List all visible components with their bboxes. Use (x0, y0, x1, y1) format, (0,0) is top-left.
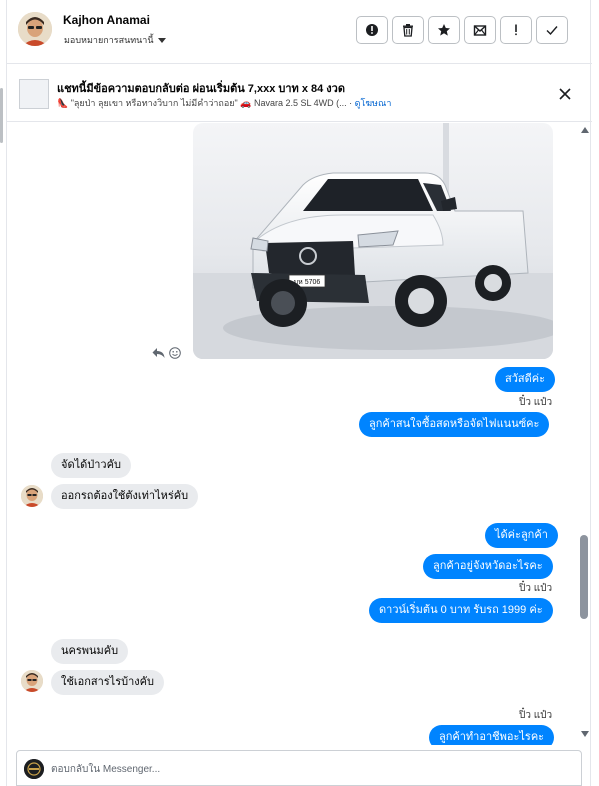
star-icon (438, 24, 450, 36)
conversation-panel: Kajhon Anamai มอบหมายการสนทนานี้ แชทนี้ม… (6, 0, 592, 786)
reply-input[interactable] (51, 759, 551, 779)
alert-circle-icon (366, 24, 378, 36)
sender-name: ปิ๋ว แป๋ว (519, 583, 553, 594)
reply-composer (16, 750, 582, 786)
envelope-icon (473, 25, 487, 36)
check-icon (546, 26, 558, 36)
star-button[interactable] (428, 16, 460, 44)
trash-icon (403, 24, 413, 37)
car-photo-attachment[interactable]: บห 5706 (193, 123, 553, 359)
message-bubble-incoming[interactable]: นครพนมคับ (51, 639, 129, 664)
close-icon[interactable] (559, 88, 571, 100)
scroll-up-arrow-icon[interactable] (581, 127, 589, 133)
ad-subtitle: 👠 "ลุยป่า ลุยเขา หรือทางวิบาก ไม่มีคำว่า… (57, 98, 392, 108)
thread-scrollbar[interactable] (579, 123, 590, 745)
sender-name: ปิ๋ว แป๋ว (519, 710, 553, 721)
delete-button[interactable] (392, 16, 424, 44)
done-button[interactable] (536, 16, 568, 44)
message-bubble-outgoing[interactable]: ลูกค้าสนใจซื้อสดหรือจัดไฟแนนซ์คะ (359, 412, 550, 437)
message-bubble-outgoing[interactable]: สวัสดีค่ะ (495, 367, 556, 392)
page-avatar (24, 759, 44, 779)
report-button[interactable] (356, 16, 388, 44)
sender-name: ปิ๋ว แป๋ว (519, 397, 553, 408)
message-bubble-incoming[interactable]: ใช้เอกสารไรบ้างคับ (51, 670, 164, 695)
message-thread[interactable]: บห 5706 สวัสดีค่ะ ปิ๋ว แป๋ว ลูกค้าสนใจซื… (7, 123, 592, 745)
contact-avatar[interactable] (21, 670, 43, 692)
scroll-thumb[interactable] (580, 535, 588, 619)
conversation-header: Kajhon Anamai มอบหมายการสนทนานี้ (7, 0, 592, 64)
message-bubble-outgoing[interactable]: ลูกค้าอยู่จังหวัดอะไรคะ (423, 554, 553, 579)
view-ad-link[interactable]: ดูโฆษณา (355, 98, 392, 108)
ad-thumbnail[interactable] (19, 79, 49, 109)
outer-scrollbar[interactable] (0, 88, 3, 143)
assign-label: มอบหมายการสนทนานี้ (64, 35, 154, 45)
important-button[interactable] (500, 16, 532, 44)
emoji-react-icon[interactable] (169, 347, 181, 359)
message-actions (152, 347, 181, 359)
assign-conversation-dropdown[interactable]: มอบหมายการสนทนานี้ (64, 33, 166, 47)
conversation-toolbar (356, 16, 568, 44)
reply-icon[interactable] (152, 347, 165, 359)
contact-name[interactable]: Kajhon Anamai (63, 13, 150, 27)
contact-avatar[interactable] (21, 485, 43, 507)
message-bubble-incoming[interactable]: ออกรถต้องใช้ตังเท่าไหร่คับ (51, 484, 199, 509)
message-bubble-incoming[interactable]: จัดได้ป่าวคับ (51, 453, 131, 478)
message-bubble-outgoing[interactable]: ได้ค่ะลูกค้า (485, 523, 558, 548)
message-bubble-outgoing[interactable]: ลูกค้าทำอาชีพอะไรคะ (429, 725, 555, 745)
scroll-down-arrow-icon[interactable] (581, 731, 589, 737)
ad-context-bar: แชทนี้มีข้อความตอบกลับต่อ ผ่อนเริ่มต้น 7… (7, 64, 592, 122)
ad-title: แชทนี้มีข้อความตอบกลับต่อ ผ่อนเริ่มต้น 7… (57, 83, 346, 95)
caret-down-icon (157, 37, 166, 43)
avatar[interactable] (18, 12, 52, 46)
message-bubble-outgoing[interactable]: ดาวน์เริ่มต้น 0 บาท รับรถ 1999 ค่ะ (369, 598, 553, 623)
exclamation-icon (515, 24, 517, 36)
mark-unread-button[interactable] (464, 16, 496, 44)
ad-subtitle-text: 👠 "ลุยป่า ลุยเขา หรือทางวิบาก ไม่มีคำว่า… (57, 98, 347, 108)
